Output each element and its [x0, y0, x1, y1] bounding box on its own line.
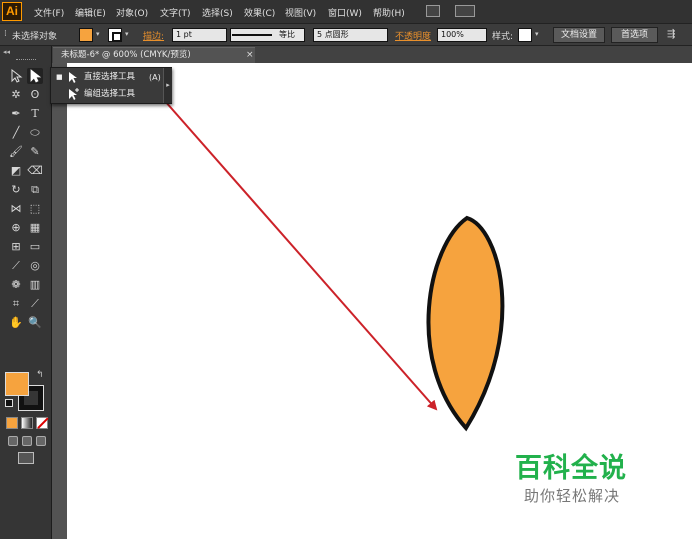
- chevron-down-icon[interactable]: ▾: [535, 30, 541, 38]
- artboard-tool-icon[interactable]: ⌗: [8, 296, 24, 312]
- direct-selection-icon: [69, 72, 77, 83]
- rotate-tool-icon[interactable]: ↻: [8, 182, 24, 198]
- stroke-label[interactable]: 描边:: [143, 29, 164, 42]
- menu-window[interactable]: 窗口(W): [328, 6, 362, 19]
- lasso-tool-icon[interactable]: ʘ: [27, 87, 43, 103]
- shape-builder-tool-icon[interactable]: ⊕: [8, 220, 24, 236]
- selection-tool-flyout: ■ 直接选择工具 (A) 编组选择工具 ▸: [50, 67, 172, 104]
- arrange-documents-icon[interactable]: [455, 5, 475, 17]
- scale-tool-icon[interactable]: ⧉: [27, 182, 43, 198]
- blend-tool-icon[interactable]: ◎: [27, 258, 43, 274]
- hand-tool-icon[interactable]: ✋: [8, 315, 24, 331]
- flyout-item-direct-selection[interactable]: ■ 直接选择工具 (A): [51, 69, 161, 86]
- menu-select[interactable]: 选择(S): [202, 6, 233, 19]
- zoom-tool-icon[interactable]: 🔍: [27, 315, 43, 331]
- document-tab-title: 未标题-6* @ 600% (CMYK/预览): [61, 50, 191, 60]
- blob-brush-tool-icon[interactable]: ◩: [8, 163, 24, 179]
- column-graph-tool-icon[interactable]: ▥: [27, 277, 43, 293]
- ellipse-tool-icon[interactable]: ⬭: [27, 125, 43, 141]
- mesh-tool-icon[interactable]: ⊞: [8, 239, 24, 255]
- eraser-tool-icon[interactable]: ⌫: [27, 163, 43, 179]
- screen-mode-icon[interactable]: [18, 452, 34, 464]
- default-colors-icon[interactable]: [5, 399, 13, 407]
- collapse-panel-icon[interactable]: ◂◂: [3, 48, 10, 56]
- stroke-profile-value: 等比: [279, 30, 295, 39]
- selection-tool-icon[interactable]: [8, 68, 24, 84]
- draw-behind-icon[interactable]: [22, 436, 32, 446]
- flyout-item-label: 编组选择工具: [84, 89, 136, 99]
- swap-fill-stroke-icon[interactable]: ↰: [36, 370, 44, 380]
- opacity-field[interactable]: 100%: [437, 28, 487, 42]
- type-tool-icon[interactable]: T: [27, 106, 43, 122]
- gradient-tool-icon[interactable]: ▭: [27, 239, 43, 255]
- width-tool-icon[interactable]: ⋈: [8, 201, 24, 217]
- draw-normal-icon[interactable]: [8, 436, 18, 446]
- app-logo: Ai: [2, 2, 22, 21]
- slice-tool-icon[interactable]: ⟋: [27, 296, 43, 312]
- flyout-item-shortcut: (A): [149, 73, 161, 82]
- panel-grip: [16, 59, 36, 61]
- menu-type[interactable]: 文字(T): [160, 6, 191, 19]
- selection-status: 未选择对象: [12, 32, 58, 42]
- chevron-down-icon[interactable]: ▾: [96, 30, 102, 38]
- menu-bar: Ai 文件(F) 编辑(E) 对象(O) 文字(T) 选择(S) 效果(C) 视…: [0, 0, 692, 24]
- stroke-weight-field[interactable]: 1 pt: [172, 28, 227, 42]
- menu-help[interactable]: 帮助(H): [373, 6, 405, 19]
- group-selection-icon: [69, 88, 79, 100]
- bridge-icon[interactable]: [426, 5, 440, 17]
- pencil-tool-icon[interactable]: ✎: [27, 144, 43, 160]
- flyout-item-label: 直接选择工具: [84, 72, 136, 82]
- eyedropper-tool-icon[interactable]: ⟋: [8, 258, 24, 274]
- gradient-mode-icon[interactable]: [21, 417, 33, 429]
- preferences-button[interactable]: 首选项: [611, 27, 658, 43]
- menu-object[interactable]: 对象(O): [116, 6, 148, 19]
- fill-swatch[interactable]: [79, 28, 93, 42]
- stroke-weight-value: 1 pt: [176, 30, 192, 39]
- panel-menu-icon[interactable]: ⇶: [667, 29, 675, 40]
- brush-value: 5 点圆形: [317, 30, 349, 39]
- grip-icon: ⁞: [4, 29, 7, 39]
- flyout-item-group-selection[interactable]: 编组选择工具: [51, 86, 161, 103]
- style-label: 样式:: [492, 32, 514, 42]
- fill-color-box[interactable]: [5, 372, 29, 396]
- none-mode-icon[interactable]: [36, 417, 48, 429]
- stroke-profile-line: [232, 34, 272, 36]
- graphic-style-swatch[interactable]: [518, 28, 532, 42]
- watermark-title: 百科全说: [515, 453, 627, 484]
- tools-panel: ◂◂ ✲ ʘ ✒ T ╱ ⬭ 🖌 ✎ ◩ ⌫ ↻ ⧉ ⋈ ⬚ ⊕ ▦ ⊞ ▭ ⟋…: [0, 46, 52, 539]
- direct-selection-tool-icon[interactable]: [27, 68, 43, 84]
- menu-view[interactable]: 视图(V): [285, 6, 316, 19]
- opacity-label[interactable]: 不透明度: [395, 29, 431, 42]
- document-setup-button[interactable]: 文档设置: [553, 27, 605, 43]
- opacity-value: 100%: [441, 30, 464, 39]
- paintbrush-tool-icon[interactable]: 🖌: [8, 144, 24, 160]
- draw-inside-icon[interactable]: [36, 436, 46, 446]
- line-segment-tool-icon[interactable]: ╱: [8, 125, 24, 141]
- stroke-swatch[interactable]: [108, 28, 122, 42]
- selected-bullet: ■: [56, 73, 63, 81]
- menu-effect[interactable]: 效果(C): [244, 6, 275, 19]
- pen-tool-icon[interactable]: ✒: [8, 106, 24, 122]
- menu-edit[interactable]: 编辑(E): [75, 6, 106, 19]
- tearoff-icon[interactable]: ▸: [163, 68, 172, 103]
- symbol-sprayer-tool-icon[interactable]: ❁: [8, 277, 24, 293]
- magic-wand-tool-icon[interactable]: ✲: [8, 87, 24, 103]
- close-icon[interactable]: ×: [246, 48, 254, 62]
- control-bar: ⁞ 未选择对象 ▾ ▾ 描边: 1 pt 等比 5 点圆形 不透明度 100% …: [0, 24, 692, 46]
- document-tab-bar: 未标题-6* @ 600% (CMYK/预览) ×: [40, 46, 692, 63]
- document-tab[interactable]: 未标题-6* @ 600% (CMYK/预览) ×: [53, 47, 255, 63]
- perspective-grid-tool-icon[interactable]: ▦: [27, 220, 43, 236]
- menu-file[interactable]: 文件(F): [34, 6, 64, 19]
- free-transform-tool-icon[interactable]: ⬚: [27, 201, 43, 217]
- watermark-subtitle: 助你轻松解决: [524, 487, 621, 505]
- chevron-down-icon[interactable]: ▾: [125, 30, 131, 38]
- color-mode-icon[interactable]: [6, 417, 18, 429]
- brush-definition-field[interactable]: 5 点圆形: [313, 28, 388, 42]
